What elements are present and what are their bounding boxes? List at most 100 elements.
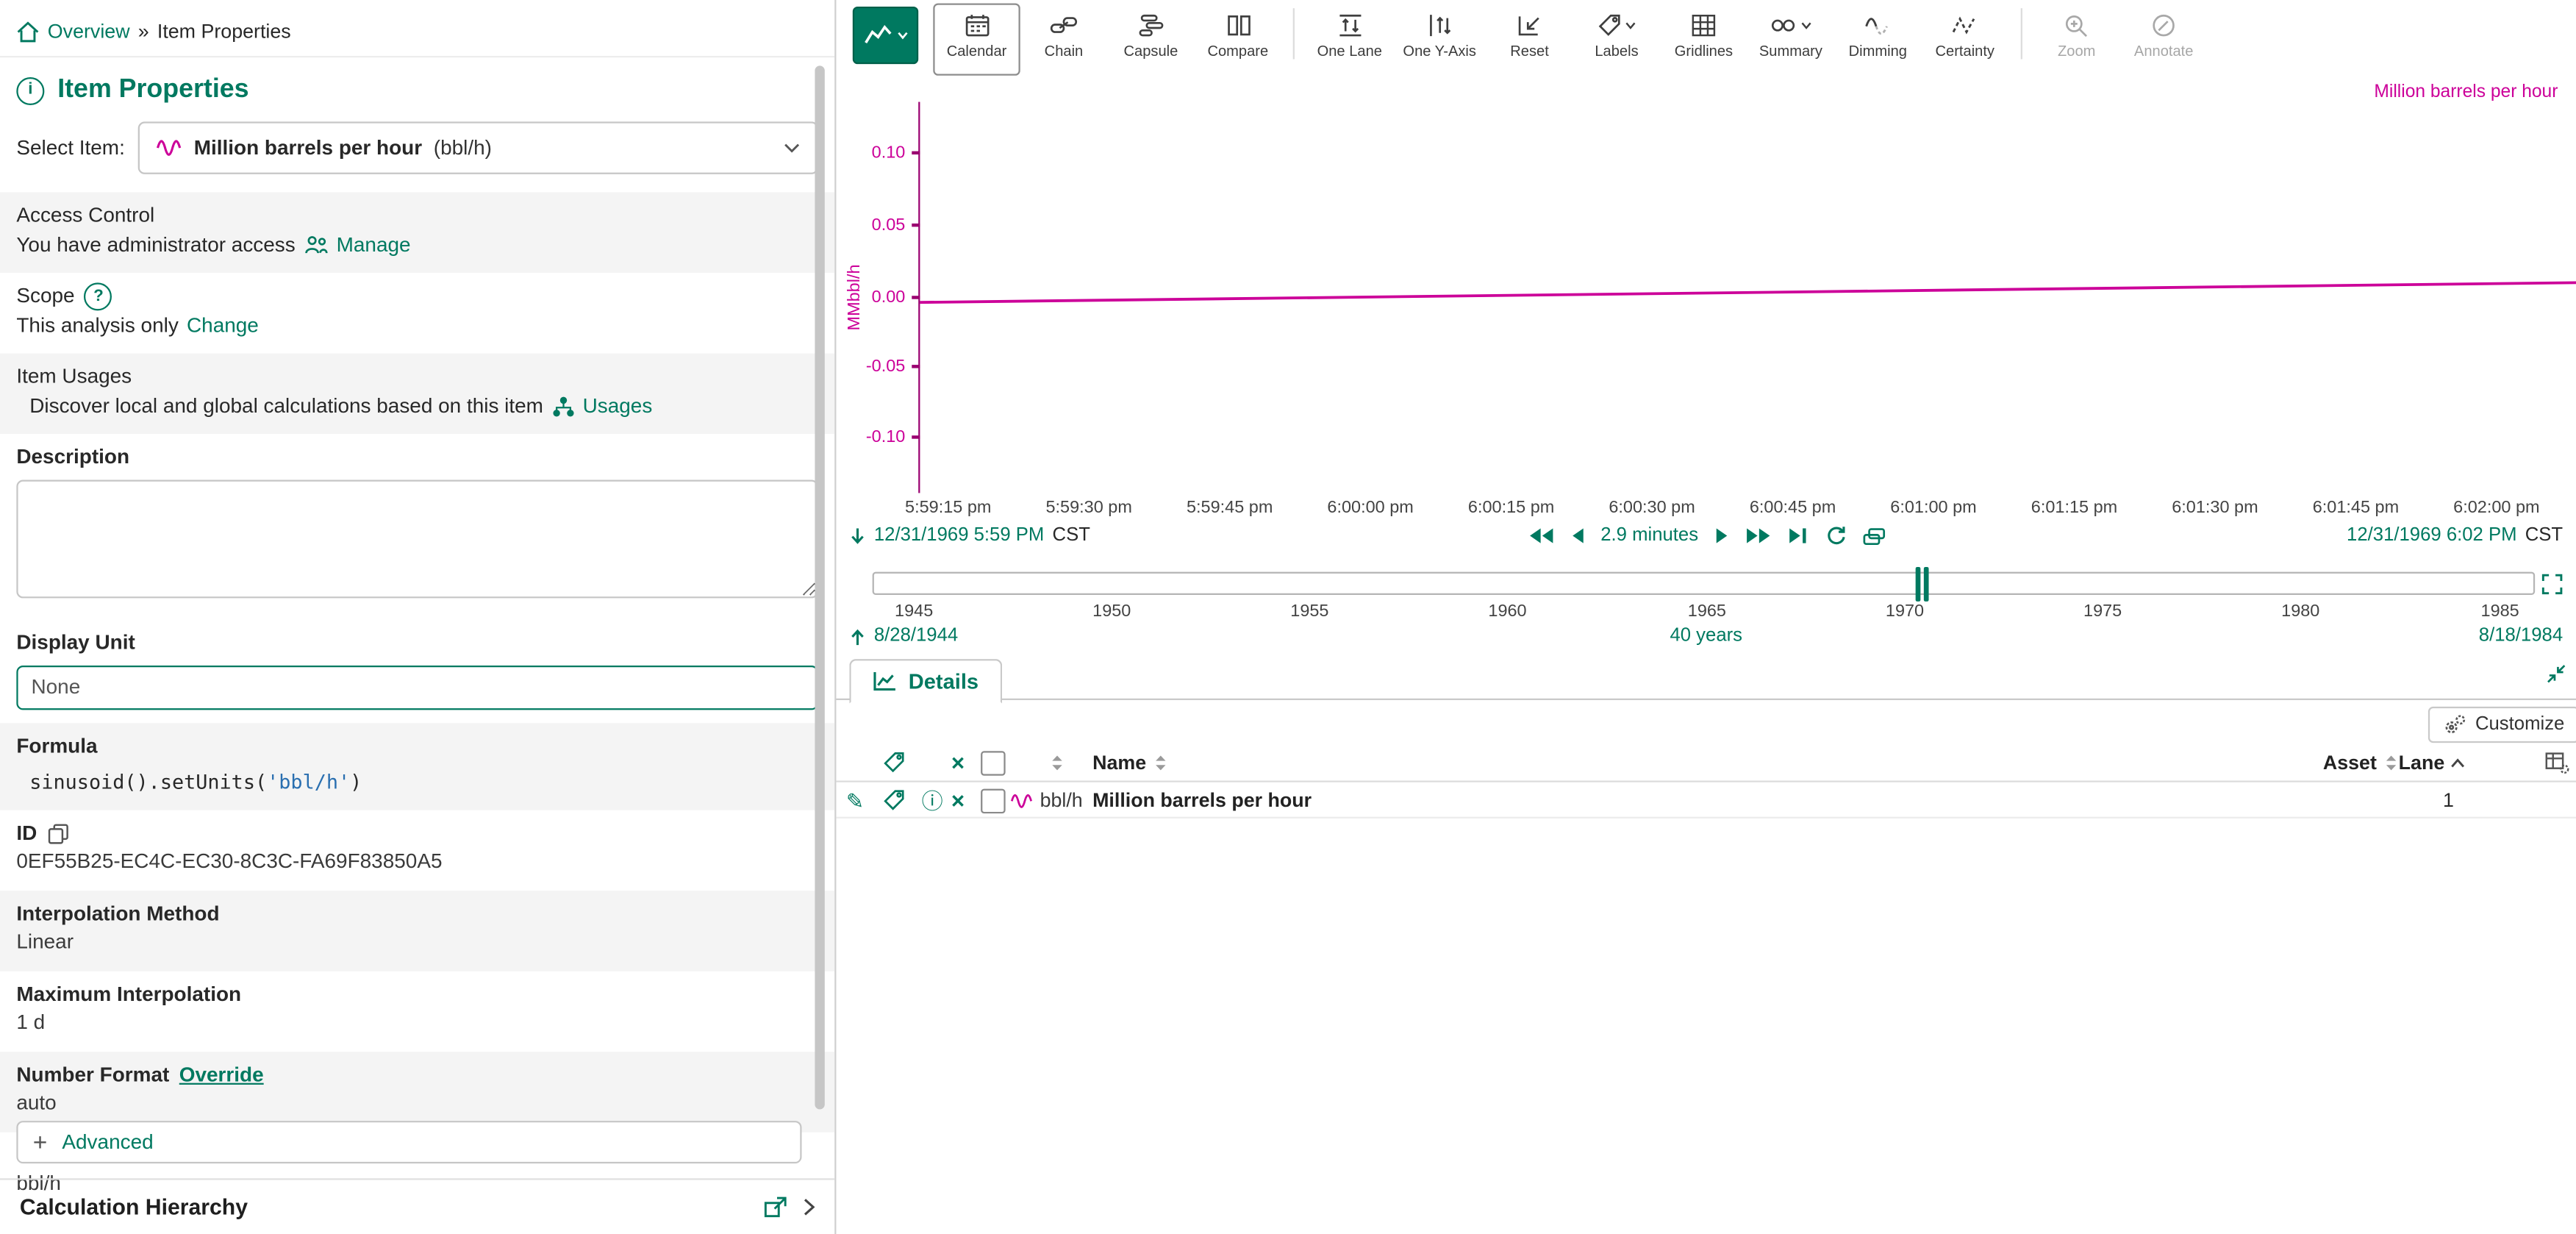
trend-view-dropdown-button[interactable] [853, 7, 918, 64]
external-link-icon[interactable] [764, 1196, 787, 1218]
x-tick: 6:01:45 pm [2313, 498, 2399, 518]
details-chart-icon [873, 671, 898, 692]
scope-text: This analysis only [16, 311, 178, 340]
timeline-expand-icon[interactable] [2541, 574, 2563, 600]
toolbar-gridlines-button[interactable]: Gridlines [1660, 3, 1747, 75]
collapse-details-icon[interactable] [2547, 664, 2566, 689]
step-back-icon[interactable] [1570, 527, 1584, 543]
y-tick: 0.10 [872, 143, 906, 163]
item-usages-text: Discover local and global calculations b… [29, 392, 543, 421]
toolbar-button-label: Capsule [1123, 43, 1178, 59]
skip-to-end-icon[interactable] [1789, 527, 1808, 543]
x-axis-labels[interactable]: 5:59:15 pm 5:59:30 pm 5:59:45 pm 6:00:00… [918, 498, 2575, 521]
caret-down-icon [1800, 21, 1812, 29]
formula-code[interactable]: sinusoid().setUnits('bbl/h') [16, 769, 818, 797]
investigate-range-duration[interactable]: 40 years [1670, 626, 1742, 646]
year-tick: 1950 [1092, 602, 1131, 621]
left-panel-scrollbar[interactable] [815, 65, 824, 1109]
investigate-range-end[interactable]: 8/18/1984 [2479, 626, 2563, 646]
toolbar-one-lane-button[interactable]: One Lane [1306, 3, 1393, 75]
toolbar-button-label: One Lane [1317, 43, 1382, 59]
one-y-axis-icon [1426, 12, 1453, 38]
item-usages-section: Item Usages Discover local and global ca… [0, 353, 834, 434]
details-table-row[interactable]: ✎ ⓘ × bbl/h Million barrels per hour 1 [836, 782, 2576, 818]
investigate-range-start[interactable]: 8/28/1944 [874, 626, 958, 646]
select-all-checkbox[interactable] [981, 744, 1006, 780]
copy-icon[interactable] [47, 824, 68, 845]
display-range-end[interactable]: 12/31/1969 6:02 PM [2347, 526, 2517, 546]
item-properties-panel: Overview » Item Properties i Item Proper… [0, 0, 836, 1234]
series-legend[interactable]: Million barrels per hour [2374, 82, 2558, 102]
column-header-lane[interactable]: Lane [2399, 744, 2466, 780]
column-config-icon[interactable] [2545, 744, 2570, 780]
toolbar-button-label: One Y-Axis [1403, 43, 1476, 59]
remove-item-icon[interactable]: × [951, 782, 965, 818]
toolbar-chain-button[interactable]: Chain [1020, 3, 1107, 75]
breadcrumb-separator: » [138, 20, 149, 43]
calculation-hierarchy-bar[interactable]: Calculation Hierarchy [0, 1178, 834, 1234]
number-format-section: Number Format Override auto [0, 1052, 834, 1133]
toolbar-button-label: Labels [1595, 43, 1638, 59]
timeline-selection-handle[interactable] [1916, 567, 1929, 602]
copy-range-icon[interactable] [1863, 527, 1886, 545]
chevron-right-icon[interactable] [804, 1198, 815, 1216]
edit-pencil-icon[interactable]: ✎ [846, 782, 864, 818]
breadcrumb-overview-link[interactable]: Overview [48, 20, 130, 43]
toolbar-annotate-button[interactable]: Annotate [2120, 3, 2207, 75]
tab-details[interactable]: Details [849, 659, 1001, 703]
sort-icon [2382, 754, 2400, 772]
toolbar-capsule-button[interactable]: Capsule [1107, 3, 1194, 75]
hierarchy-icon [551, 396, 574, 417]
row-checkbox[interactable] [981, 782, 1006, 818]
assign-label-icon[interactable] [882, 744, 905, 780]
column-header-asset[interactable]: Asset [2323, 744, 2400, 780]
details-table-header: × Name Asset Lane [836, 744, 2576, 782]
capsule-icon [1138, 12, 1164, 38]
toolbar-dimming-button[interactable]: Dimming [1834, 3, 1921, 75]
remove-all-icon[interactable]: × [951, 744, 965, 780]
number-format-override-link[interactable]: Override [179, 1061, 264, 1090]
interpolation-method-section: Interpolation Method Linear [0, 891, 834, 971]
toolbar-reset-button[interactable]: Reset [1486, 3, 1573, 75]
toolbar-zoom-button[interactable]: Zoom [2033, 3, 2120, 75]
refresh-icon[interactable] [1825, 526, 1846, 546]
year-tick: 1955 [1290, 602, 1328, 621]
help-icon[interactable]: ? [85, 283, 112, 311]
item-info-icon[interactable]: ⓘ [922, 782, 943, 818]
step-forward-icon[interactable] [1714, 527, 1729, 543]
sort-icon[interactable] [1048, 744, 1067, 780]
selected-item-name: Million barrels per hour [194, 136, 422, 159]
display-range-start[interactable]: 12/31/1969 5:59 PM [874, 526, 1045, 546]
manage-access-link[interactable]: Manage [337, 231, 411, 260]
description-input[interactable] [16, 479, 818, 597]
y-axis-labels[interactable]: 0.10 0.05 0.00 -0.05 -0.10 [836, 102, 912, 493]
change-scope-link[interactable]: Change [187, 311, 259, 340]
fast-forward-icon[interactable] [1746, 527, 1772, 543]
toolbar-labels-button[interactable]: Labels [1573, 3, 1660, 75]
year-tick: 1980 [2281, 602, 2319, 621]
rewind-icon[interactable] [1527, 527, 1553, 543]
item-tag-icon[interactable] [882, 782, 905, 818]
trend-toolbar: Calendar Chain Capsule Compare One Lane [836, 0, 2576, 69]
year-tick: 1945 [895, 602, 933, 621]
toolbar-calendar-button[interactable]: Calendar [933, 3, 1020, 75]
display-unit-input[interactable] [16, 665, 818, 709]
item-select-dropdown[interactable]: Million barrels per hour (bbl/h) [138, 121, 818, 174]
home-icon[interactable] [16, 21, 39, 42]
advanced-button[interactable]: + Advanced [16, 1121, 801, 1163]
chevron-down-icon [784, 143, 800, 152]
trend-plot-area[interactable] [918, 102, 2576, 493]
toolbar-summary-button[interactable]: Summary [1747, 3, 1834, 75]
column-header-name[interactable]: Name [1092, 744, 1169, 780]
toolbar-compare-button[interactable]: Compare [1195, 3, 1281, 75]
investigate-timeline-track[interactable] [873, 572, 2536, 595]
id-label: ID [16, 820, 818, 849]
usages-link[interactable]: Usages [583, 392, 653, 421]
interpolation-method-value: Linear [16, 929, 818, 957]
description-label: Description [16, 443, 818, 472]
display-range-duration[interactable]: 2.9 minutes [1600, 526, 1698, 546]
toolbar-certainty-button[interactable]: Certainty [1922, 3, 2008, 75]
panel-header: i Item Properties [0, 57, 834, 113]
customize-button[interactable]: Customize [2427, 707, 2576, 743]
toolbar-one-y-axis-button[interactable]: One Y-Axis [1393, 3, 1486, 75]
